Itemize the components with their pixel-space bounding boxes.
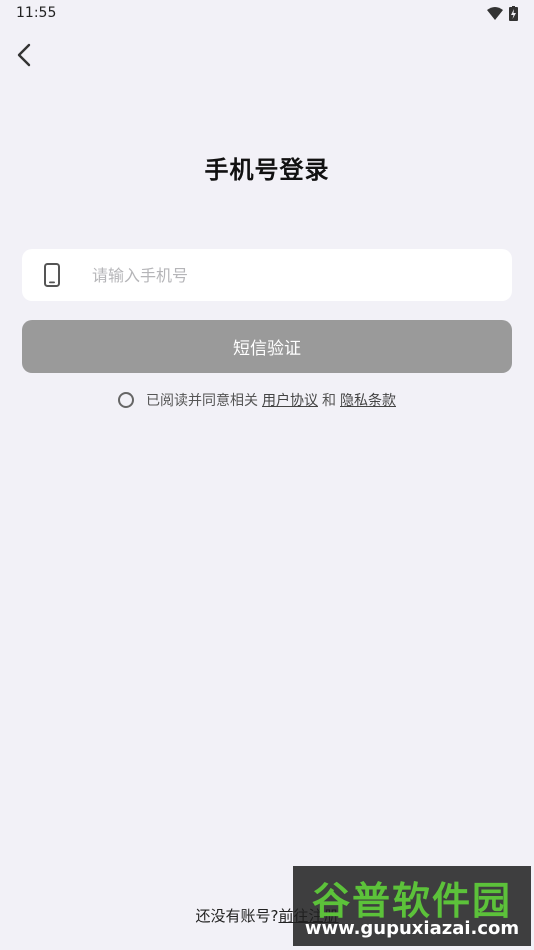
agreement-row: 已阅读并同意相关 用户协议 和 隐私条款	[118, 389, 400, 411]
status-bar: 11:55	[0, 0, 534, 28]
status-icons	[487, 6, 518, 21]
wifi-icon	[487, 7, 503, 20]
agreement-and: 和	[322, 393, 336, 409]
user-agreement-link[interactable]: 用户协议	[262, 390, 318, 410]
watermark: 谷普软件园 www.gupuxiazai.com	[293, 866, 531, 946]
no-account-text: 还没有账号?	[195, 907, 279, 925]
smartphone-icon	[44, 263, 60, 287]
agreement-text: 已阅读并同意相关	[146, 393, 258, 409]
phone-field[interactable]	[22, 249, 512, 301]
back-button[interactable]	[10, 40, 40, 70]
status-time: 11:55	[16, 5, 57, 21]
phone-input[interactable]	[92, 249, 492, 301]
agree-radio[interactable]	[118, 392, 134, 408]
page-title: 手机号登录	[204, 156, 330, 184]
privacy-terms-link[interactable]: 隐私条款	[340, 390, 396, 410]
chevron-left-icon	[17, 43, 31, 67]
watermark-title: 谷普软件园	[311, 879, 512, 923]
battery-icon	[509, 6, 518, 21]
watermark-url: www.gupuxiazai.com	[304, 918, 520, 939]
sms-verify-button[interactable]: 短信验证	[22, 320, 512, 373]
